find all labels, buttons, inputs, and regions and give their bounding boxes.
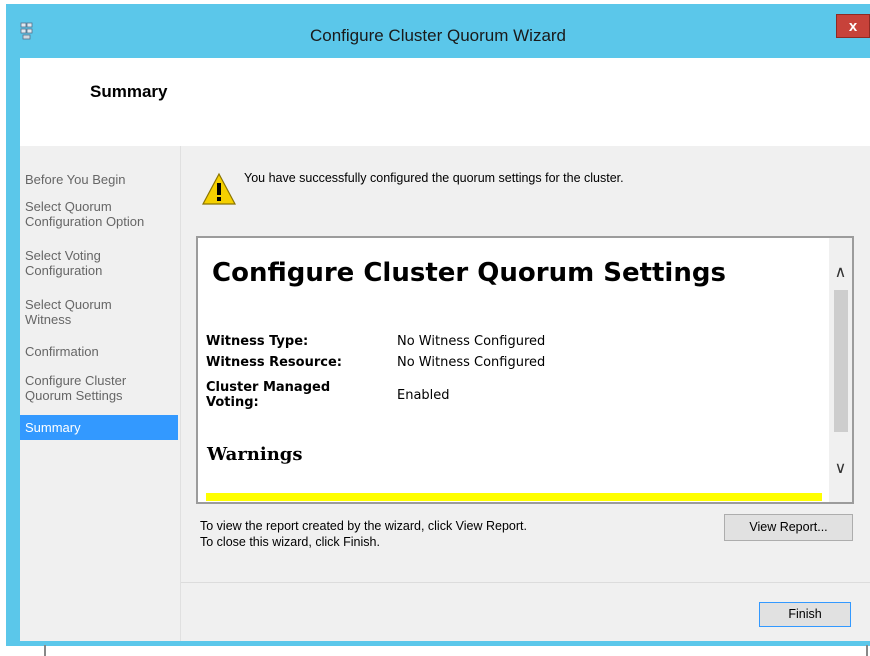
title-bar[interactable]: Configure Cluster Quorum Wizard x bbox=[6, 4, 870, 58]
wizard-window: Configure Cluster Quorum Wizard x Summar… bbox=[6, 4, 870, 646]
step-summary[interactable]: Summary bbox=[20, 415, 178, 440]
page-header: Summary bbox=[20, 58, 870, 146]
wizard-steps-sidebar: Before You Begin Select Quorum Configurat… bbox=[20, 146, 181, 641]
witness-type-label: Witness Type: bbox=[206, 334, 309, 349]
witness-resource-value: No Witness Configured bbox=[397, 355, 546, 370]
report-panel: Configure Cluster Quorum Settings Witnes… bbox=[196, 236, 854, 504]
step-select-quorum-witness[interactable]: Select Quorum Witness bbox=[20, 297, 178, 327]
info-text: To view the report created by the wizard… bbox=[200, 518, 527, 550]
warning-icon bbox=[202, 172, 236, 205]
finish-button[interactable]: Finish bbox=[759, 602, 851, 627]
step-before-you-begin[interactable]: Before You Begin bbox=[20, 172, 178, 187]
step-select-quorum-configuration-option[interactable]: Select Quorum Configuration Option bbox=[20, 199, 178, 229]
page-title: Summary bbox=[90, 82, 168, 101]
scroll-thumb[interactable] bbox=[834, 290, 848, 432]
scroll-down-chevron-icon[interactable]: ∨ bbox=[829, 452, 852, 502]
cluster-managed-voting-label: Cluster Managed Voting: bbox=[206, 380, 331, 410]
report-title: Configure Cluster Quorum Settings bbox=[212, 258, 726, 288]
edge-mark bbox=[44, 645, 46, 656]
footer-divider bbox=[181, 582, 870, 583]
cluster-managed-voting-value: Enabled bbox=[397, 388, 450, 403]
witness-resource-label: Witness Resource: bbox=[206, 355, 342, 370]
close-button[interactable]: x bbox=[836, 14, 870, 38]
main-content: You have successfully configured the quo… bbox=[181, 146, 870, 641]
status-message: You have successfully configured the quo… bbox=[244, 171, 624, 185]
view-report-button[interactable]: View Report... bbox=[724, 514, 853, 541]
witness-type-value: No Witness Configured bbox=[397, 334, 546, 349]
step-select-voting-configuration[interactable]: Select Voting Configuration bbox=[20, 248, 178, 278]
step-configure-cluster-quorum-settings[interactable]: Configure Cluster Quorum Settings bbox=[20, 373, 178, 403]
edge-mark bbox=[866, 645, 868, 656]
warning-highlight-bar bbox=[206, 493, 822, 501]
report-scrollbar[interactable]: ∧ ∨ bbox=[829, 238, 852, 502]
warnings-heading: Warnings bbox=[207, 444, 303, 465]
scroll-up-chevron-icon[interactable]: ∧ bbox=[829, 238, 852, 288]
info-line-finish: To close this wizard, click Finish. bbox=[200, 535, 380, 549]
info-line-view-report: To view the report created by the wizard… bbox=[200, 519, 527, 533]
step-confirmation[interactable]: Confirmation bbox=[20, 344, 178, 359]
